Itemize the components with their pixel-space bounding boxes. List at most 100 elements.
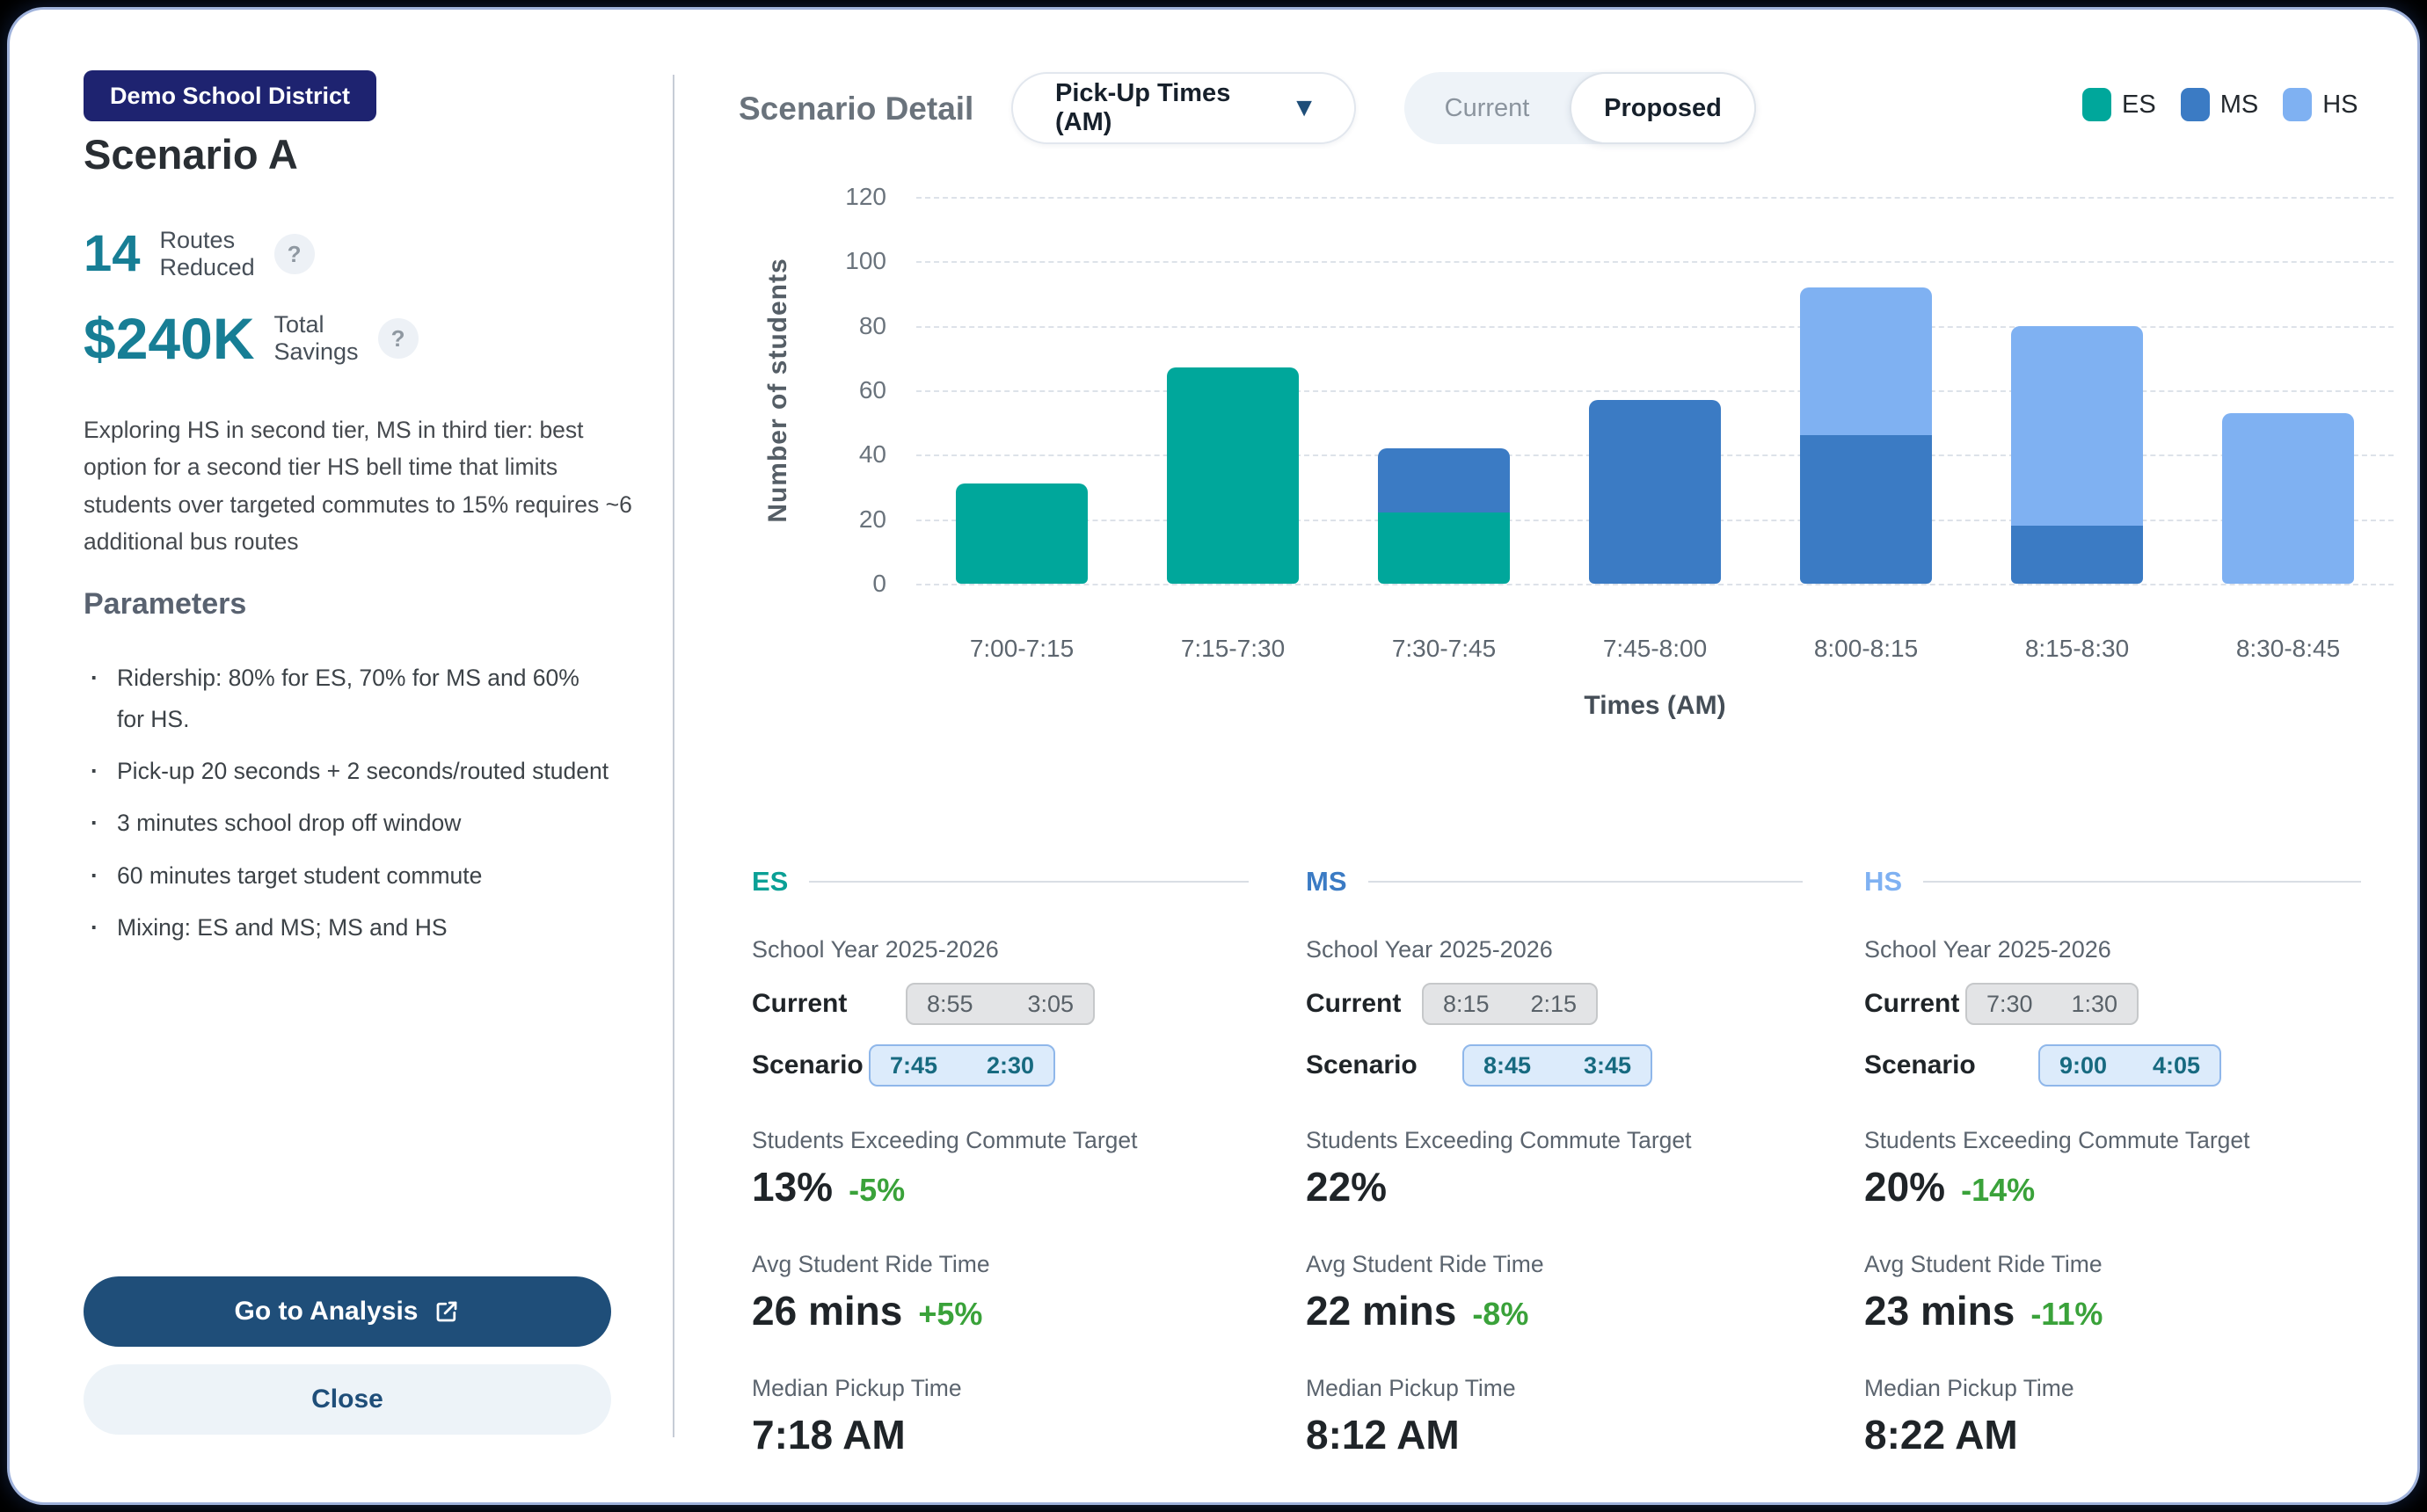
bar-segment (1378, 448, 1510, 512)
hs-column: HS School Year 2025-2026 Current 7:301:3… (1864, 866, 2361, 1458)
bar-segment (1167, 367, 1299, 584)
hs-scenario-times: 9:004:05 (2038, 1044, 2221, 1087)
hs-commute-stat: Students Exceeding Commute Target 20% -1… (1864, 1127, 2361, 1210)
detail-title: Scenario Detail (739, 91, 973, 127)
parameter-item: 3 minutes school drop off window (84, 803, 611, 844)
close-button[interactable]: Close (84, 1364, 611, 1435)
hs-ride-time-stat: Avg Student Ride Time 23 mins -11% (1864, 1251, 2361, 1334)
total-savings-stat: $240K Total Savings ? (84, 309, 419, 367)
chart-legend: ES MS HS (2082, 88, 2358, 121)
bar-segment (1800, 287, 1932, 436)
parameter-item: 60 minutes target student commute (84, 855, 611, 897)
go-to-analysis-button[interactable]: Go to Analysis (84, 1276, 611, 1347)
bar-segment (2011, 326, 2143, 526)
toggle-proposed[interactable]: Proposed (1570, 72, 1756, 144)
es-scenario-row: Scenario 7:452:30 (752, 1044, 1249, 1087)
chevron-down-icon: ▼ (1291, 93, 1317, 123)
legend-item-ms: MS (2181, 88, 2259, 121)
es-column: ES School Year 2025-2026 Current 8:553:0… (752, 866, 1249, 1458)
help-icon[interactable]: ? (274, 234, 315, 274)
header-divider (1368, 881, 1804, 883)
total-savings-value: $240K (84, 309, 255, 367)
y-tick-label: 40 (765, 440, 886, 469)
y-tick-label: 80 (765, 312, 886, 340)
x-tick-label: 7:30-7:45 (1347, 635, 1541, 663)
es-scenario-times: 7:452:30 (869, 1044, 1055, 1087)
bar-segment (1378, 512, 1510, 584)
metric-dropdown[interactable]: Pick-Up Times (AM) ▼ (1011, 72, 1356, 144)
current-proposed-toggle: Current Proposed (1404, 72, 1756, 144)
hs-column-header: HS (1864, 866, 2361, 898)
legend-item-hs: HS (2283, 88, 2358, 121)
metric-dropdown-value: Pick-Up Times (AM) (1055, 79, 1291, 137)
gridline (916, 584, 2394, 585)
bar-segment (1800, 435, 1932, 584)
ms-commute-stat: Students Exceeding Commute Target 22% (1306, 1127, 1803, 1210)
external-link-icon (434, 1298, 460, 1325)
ms-column-header: MS (1306, 866, 1803, 898)
routes-reduced-stat: 14 Routes Reduced ? (84, 227, 315, 281)
ms-color-chip (2181, 88, 2210, 121)
es-current-row: Current 8:553:05 (752, 983, 1249, 1025)
y-tick-label: 100 (765, 247, 886, 275)
hs-current-row: Current 7:301:30 (1864, 983, 2361, 1025)
x-tick-label: 7:45-8:00 (1558, 635, 1752, 663)
parameter-item: Pick-up 20 seconds + 2 seconds/routed st… (84, 751, 611, 792)
routes-reduced-value: 14 (84, 229, 141, 280)
parameters-heading: Parameters (84, 587, 246, 622)
gridline (916, 261, 2394, 263)
legend-item-es: ES (2082, 88, 2156, 121)
toggle-current[interactable]: Current (1404, 94, 1570, 123)
school-year-label: School Year 2025-2026 (752, 936, 1249, 963)
ms-pickup-time-stat: Median Pickup Time 8:12 AM (1306, 1375, 1803, 1458)
pickup-times-chart: Number of students 020406080100120 7:00-… (765, 197, 2401, 742)
y-tick-label: 120 (765, 183, 886, 211)
x-tick-label: 8:00-8:15 (1769, 635, 1963, 663)
ms-scenario-times: 8:453:45 (1462, 1044, 1652, 1087)
hs-scenario-row: Scenario 9:004:05 (1864, 1044, 2361, 1087)
school-year-label: School Year 2025-2026 (1306, 936, 1803, 963)
bar-segment (1589, 400, 1721, 584)
hs-pickup-time-stat: Median Pickup Time 8:22 AM (1864, 1375, 2361, 1458)
es-pickup-time-stat: Median Pickup Time 7:18 AM (752, 1375, 1249, 1458)
total-savings-label: Total Savings (274, 311, 359, 366)
chart-plot (916, 197, 2394, 584)
scenario-modal: Demo School District Scenario A 14 Route… (0, 0, 2427, 1512)
y-tick-label: 60 (765, 376, 886, 404)
bar-segment (2222, 413, 2354, 584)
es-current-times: 8:553:05 (906, 983, 1095, 1025)
es-ride-time-stat: Avg Student Ride Time 26 mins +5% (752, 1251, 1249, 1334)
header-divider (809, 881, 1249, 883)
gridline (916, 197, 2394, 199)
gridline (916, 326, 2394, 328)
parameter-item: Mixing: ES and MS; MS and HS (84, 907, 611, 949)
es-color-chip (2082, 88, 2111, 121)
district-badge: Demo School District (84, 70, 376, 121)
header-divider (1923, 881, 2361, 883)
ms-column: MS School Year 2025-2026 Current 8:152:1… (1306, 866, 1803, 1458)
bar-segment (956, 483, 1088, 584)
chart-yticks: 020406080100120 (765, 197, 886, 584)
ms-current-times: 8:152:15 (1422, 983, 1598, 1025)
parameter-item: Ridership: 80% for ES, 70% for MS and 60… (84, 658, 611, 740)
x-tick-label: 8:15-8:30 (1980, 635, 2174, 663)
panel-divider (673, 75, 674, 1437)
help-icon[interactable]: ? (378, 318, 419, 359)
y-tick-label: 0 (765, 570, 886, 598)
ms-current-row: Current 8:152:15 (1306, 983, 1803, 1025)
es-commute-stat: Students Exceeding Commute Target 13% -5… (752, 1127, 1249, 1210)
y-tick-label: 20 (765, 505, 886, 534)
bar-segment (2011, 526, 2143, 584)
x-axis-title: Times (AM) (916, 691, 2394, 721)
es-column-header: ES (752, 866, 1249, 898)
ms-ride-time-stat: Avg Student Ride Time 22 mins -8% (1306, 1251, 1803, 1334)
school-year-label: School Year 2025-2026 (1864, 936, 2361, 963)
parameters-list: Ridership: 80% for ES, 70% for MS and 60… (84, 658, 611, 959)
chart-xlabels: 7:00-7:157:15-7:307:30-7:457:45-8:008:00… (916, 635, 2394, 670)
routes-reduced-label: Routes Reduced (160, 227, 255, 281)
hs-color-chip (2283, 88, 2312, 121)
gridline (916, 390, 2394, 392)
scenario-title: Scenario A (84, 130, 298, 178)
ms-scenario-row: Scenario 8:453:45 (1306, 1044, 1803, 1087)
district-badge-label: Demo School District (110, 83, 350, 110)
